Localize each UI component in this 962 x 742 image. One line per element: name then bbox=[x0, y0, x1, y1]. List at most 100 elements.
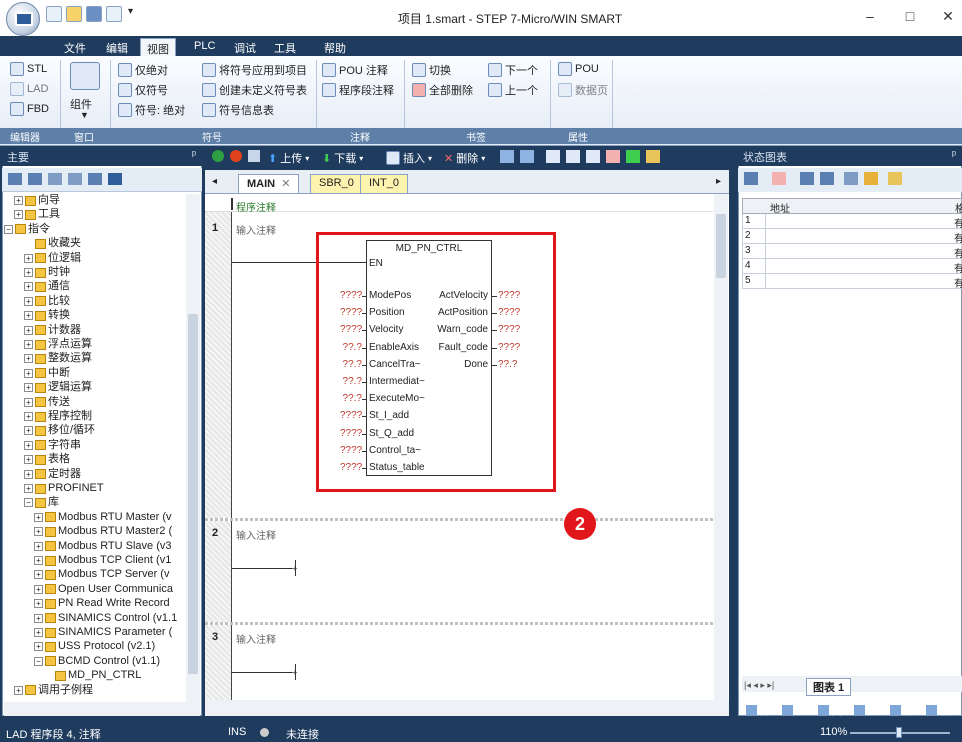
coil-arrow-icon[interactable]: → bbox=[284, 558, 300, 576]
status-row[interactable]: 5有 bbox=[742, 274, 962, 290]
program-comment-row[interactable] bbox=[205, 196, 713, 212]
pou-insert-icon[interactable] bbox=[626, 150, 640, 163]
tree-item[interactable]: + Open User Communica bbox=[34, 583, 173, 596]
tree-item[interactable]: + Modbus RTU Slave (v3 bbox=[34, 540, 172, 553]
expand-icon[interactable]: + bbox=[24, 440, 33, 450]
lad-button[interactable]: LAD bbox=[10, 82, 48, 96]
expand-icon[interactable]: + bbox=[24, 368, 33, 378]
save-icon[interactable] bbox=[86, 6, 102, 22]
status-row[interactable]: 2有 bbox=[742, 229, 962, 245]
expand-icon[interactable] bbox=[24, 239, 33, 249]
rung-comment[interactable]: 输入注释 bbox=[236, 631, 276, 646]
sheet-tab[interactable]: 图表 1 bbox=[806, 678, 852, 696]
next-bookmark-button[interactable]: 下一个 bbox=[488, 62, 538, 78]
expand-icon[interactable]: + bbox=[24, 354, 33, 364]
components-icon[interactable] bbox=[70, 62, 100, 90]
lock-icon[interactable] bbox=[888, 172, 902, 185]
tree-item[interactable]: + 计数器 bbox=[24, 324, 81, 337]
tab-main[interactable]: MAIN ✕ bbox=[238, 174, 300, 193]
close-icon[interactable]: ✕ bbox=[281, 178, 290, 190]
bottom-tab[interactable]: 符. bbox=[746, 702, 773, 718]
tree-item[interactable]: − 库 bbox=[24, 496, 59, 509]
doc2-icon[interactable] bbox=[68, 173, 82, 185]
segment-comment-button[interactable]: 程序段注释 bbox=[322, 82, 394, 98]
stop-icon[interactable] bbox=[230, 150, 242, 162]
format-cell[interactable]: 有 bbox=[954, 275, 962, 290]
menu-debug[interactable]: 调试 bbox=[228, 38, 262, 56]
program-comment[interactable]: 程序注释 bbox=[236, 199, 276, 214]
datapage-button[interactable]: 数据页 bbox=[558, 82, 608, 98]
tree-item[interactable]: + 表格 bbox=[24, 453, 70, 466]
expand-icon[interactable]: + bbox=[14, 196, 23, 205]
network-icon[interactable] bbox=[500, 150, 514, 163]
pou-properties-button[interactable]: POU bbox=[558, 62, 599, 76]
tree-item[interactable]: + 工具 bbox=[14, 208, 60, 221]
tree-item[interactable]: + USS Protocol (v2.1) bbox=[34, 640, 155, 653]
status-row[interactable]: 1有 bbox=[742, 214, 962, 230]
tab-scroll-left-icon[interactable]: ◂ bbox=[212, 176, 217, 187]
zoom-slider-thumb[interactable] bbox=[896, 727, 902, 738]
rung-comment[interactable]: 输入注释 bbox=[236, 527, 276, 542]
expand-icon[interactable]: + bbox=[24, 340, 33, 349]
expand-icon[interactable]: + bbox=[24, 383, 33, 393]
bookmark-next-icon[interactable] bbox=[566, 150, 580, 163]
expand-icon[interactable]: + bbox=[24, 268, 33, 277]
prev-bookmark-button[interactable]: 上一个 bbox=[488, 82, 538, 98]
expand-icon[interactable]: + bbox=[34, 613, 43, 623]
new-file-icon[interactable] bbox=[46, 6, 62, 22]
pin-icon[interactable]: ᵖ bbox=[192, 149, 196, 161]
tree-item[interactable]: + 字符串 bbox=[24, 439, 81, 452]
format-cell[interactable]: 有 bbox=[954, 260, 962, 275]
create-symbols-button[interactable]: 创建未定义符号表 bbox=[202, 82, 307, 98]
tree-item[interactable]: + 调用子例程 bbox=[14, 684, 93, 697]
print-icon[interactable] bbox=[106, 6, 122, 22]
bookmark-clear-icon[interactable] bbox=[606, 150, 620, 163]
tree-item[interactable]: + 定时器 bbox=[24, 468, 81, 481]
sym-only-button[interactable]: 仅符号 bbox=[118, 82, 168, 98]
tab-sbr0[interactable]: SBR_0 bbox=[310, 174, 363, 193]
expand-icon[interactable] bbox=[44, 671, 53, 681]
rung-comment[interactable]: 输入注释 bbox=[236, 222, 276, 237]
bookmark-icon[interactable] bbox=[546, 150, 560, 163]
tree-item[interactable]: + Modbus TCP Server (v bbox=[34, 568, 169, 581]
tree-item[interactable]: + 中断 bbox=[24, 367, 70, 380]
minimize-button[interactable]: – bbox=[860, 8, 880, 26]
menu-plc[interactable]: PLC bbox=[188, 38, 221, 56]
tree-item[interactable]: + 位逻辑 bbox=[24, 252, 81, 265]
upload-button[interactable]: ⬆ 上传 ▾ bbox=[268, 150, 309, 166]
tree-item[interactable]: + PROFINET bbox=[24, 482, 104, 495]
expand-icon[interactable]: + bbox=[24, 469, 33, 479]
expand-icon[interactable]: + bbox=[24, 397, 33, 407]
tree-item[interactable]: + Modbus RTU Master2 ( bbox=[34, 525, 172, 538]
pencil-icon[interactable] bbox=[864, 172, 878, 185]
tree-item[interactable]: + Modbus TCP Client (v1 bbox=[34, 554, 171, 567]
tree-item[interactable]: + 向导 bbox=[14, 194, 60, 207]
editor-scroll-thumb[interactable] bbox=[716, 214, 726, 278]
tree-item[interactable]: + 程序控制 bbox=[24, 410, 92, 423]
expand-icon[interactable]: + bbox=[34, 599, 43, 609]
status-hscrollbar[interactable] bbox=[742, 676, 962, 692]
menu-help[interactable]: 帮助 bbox=[318, 38, 352, 56]
bottom-tab[interactable]: 变. bbox=[818, 702, 845, 718]
bottom-tab[interactable]: 数. bbox=[890, 702, 917, 718]
status-row[interactable]: 3有 bbox=[742, 244, 962, 260]
tree-view-icon[interactable] bbox=[8, 173, 22, 185]
expand-icon[interactable]: + bbox=[24, 296, 33, 306]
expand-icon[interactable]: + bbox=[34, 570, 43, 580]
expand-icon[interactable]: + bbox=[34, 628, 43, 637]
bookmark-prev-icon[interactable] bbox=[586, 150, 600, 163]
tab-int0[interactable]: INT_0 bbox=[360, 174, 408, 193]
tree-item[interactable]: + 浮点运算 bbox=[24, 338, 92, 351]
expand-icon[interactable]: + bbox=[24, 412, 33, 421]
menu-file[interactable]: 文件 bbox=[58, 38, 92, 56]
insert-button[interactable]: 插入 ▾ bbox=[386, 150, 432, 166]
apply-symbols-button[interactable]: 将符号应用到项目 bbox=[202, 62, 307, 78]
symbol-info-button[interactable]: 符号信息表 bbox=[202, 102, 274, 118]
expand-icon[interactable]: − bbox=[24, 498, 33, 508]
delete-button[interactable]: ✕ 删除 ▾ bbox=[444, 150, 485, 166]
expand-icon[interactable]: + bbox=[24, 484, 33, 493]
tree-item[interactable]: − 指令 bbox=[4, 223, 50, 236]
expand-icon[interactable]: − bbox=[34, 656, 43, 666]
tree-item[interactable]: + 时钟 bbox=[24, 266, 70, 279]
expand-icon[interactable]: + bbox=[24, 325, 33, 335]
